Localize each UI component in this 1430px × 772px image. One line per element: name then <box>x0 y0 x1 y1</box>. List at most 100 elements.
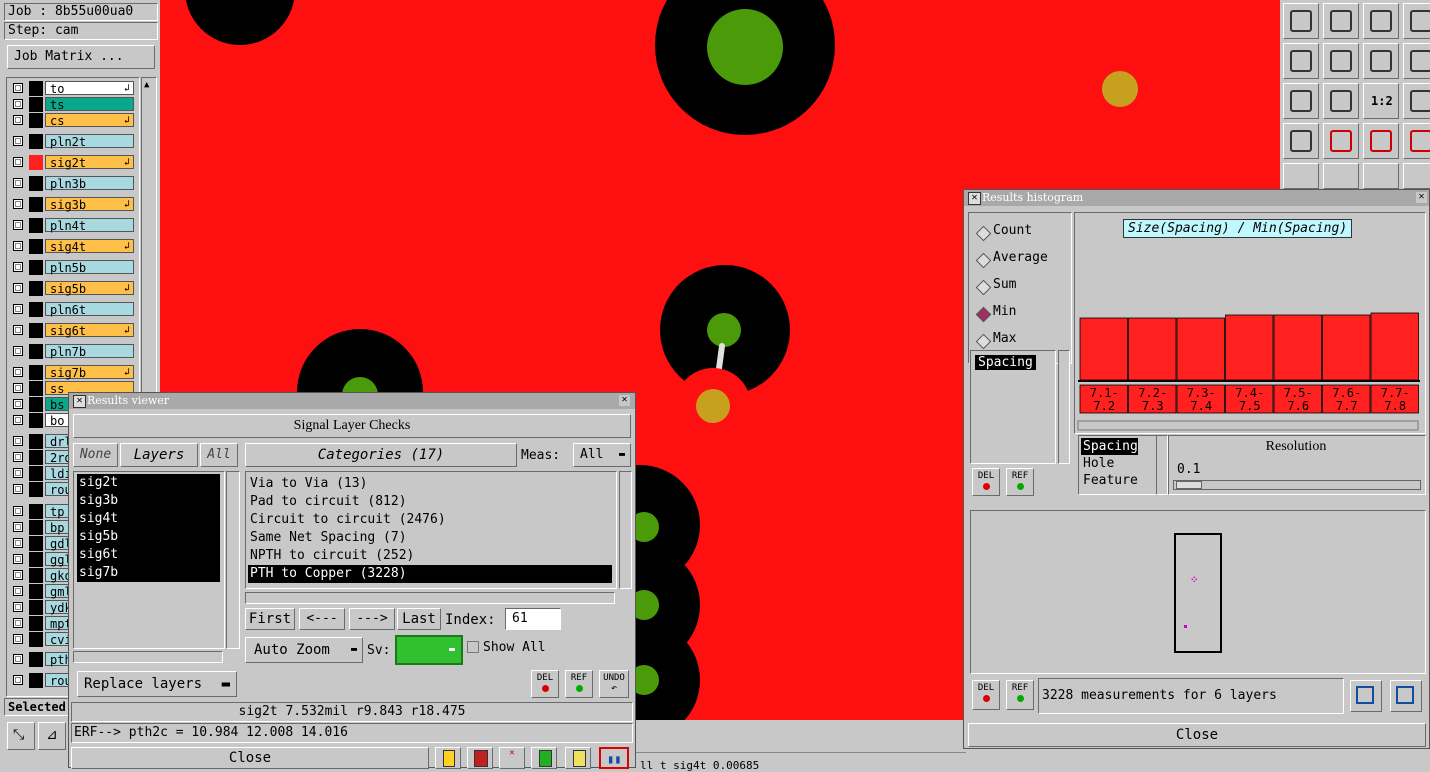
layer-name[interactable]: cvi <box>45 632 72 647</box>
categories-scrollbar[interactable] <box>619 471 632 589</box>
categories-list[interactable]: Via to Via (13) Pad to circuit (812) Circu… <box>245 471 617 589</box>
layer-checkbox[interactable] <box>13 538 23 548</box>
home-icon[interactable] <box>1363 3 1399 39</box>
select-icon[interactable] <box>1403 163 1430 189</box>
layer-checkbox[interactable] <box>13 157 23 167</box>
layers-button[interactable]: Layers <box>120 443 198 467</box>
fit-icon[interactable] <box>1283 83 1319 119</box>
edit-icon[interactable] <box>1283 163 1319 189</box>
none-button[interactable]: None <box>73 443 118 467</box>
next-button[interactable]: ---> <box>349 608 395 630</box>
layer-row-pln7b[interactable]: pln7b <box>8 344 134 359</box>
layer-checkbox[interactable] <box>13 570 23 580</box>
layer-name[interactable]: sig6t ↲ <box>45 323 134 338</box>
layer-color-swatch[interactable] <box>29 568 43 583</box>
histogram-bar[interactable] <box>1370 312 1419 381</box>
prev-button[interactable]: <--- <box>299 608 345 630</box>
category-item[interactable]: Pad to circuit (812) <box>248 493 612 511</box>
layer-checkbox[interactable] <box>13 468 23 478</box>
layer-row-pln6t[interactable]: pln6t <box>8 302 134 317</box>
layer-color-swatch[interactable] <box>29 673 43 688</box>
layer-row-ts[interactable]: ts <box>8 97 134 112</box>
window-icon[interactable] <box>1403 3 1430 39</box>
layer-checkbox[interactable] <box>13 346 23 356</box>
layer-row-sig5b[interactable]: sig5b ↲ <box>8 281 134 296</box>
layer-color-swatch[interactable] <box>29 504 43 519</box>
info-icon[interactable] <box>435 747 461 769</box>
layer-color-swatch[interactable] <box>29 632 43 647</box>
histogram-bar[interactable] <box>1176 317 1225 381</box>
layer-color-swatch[interactable] <box>29 218 43 233</box>
layer-color-swatch[interactable] <box>29 397 43 412</box>
undo-button[interactable]: UNDO ↶ <box>599 670 629 698</box>
index-input[interactable]: 61 <box>505 608 561 630</box>
resolution-slider-thumb[interactable] <box>1176 481 1202 489</box>
del-button[interactable]: DEL <box>531 670 559 698</box>
layer-name[interactable]: sig4t ↲ <box>45 239 134 254</box>
layer-color-swatch[interactable] <box>29 344 43 359</box>
hist-ref-button[interactable]: REF <box>1006 468 1034 496</box>
histogram-bar[interactable] <box>1322 314 1371 381</box>
resolution-scrollbar[interactable] <box>1156 435 1168 495</box>
layer-checkbox[interactable] <box>13 602 23 612</box>
measure-tool-icon[interactable]: ⊿ <box>38 722 66 750</box>
layer-name[interactable]: ggl <box>45 552 72 567</box>
close-button[interactable]: Close <box>71 747 429 769</box>
layer-checkbox[interactable] <box>13 506 23 516</box>
layer-color-swatch[interactable] <box>29 552 43 567</box>
window-menu-icon[interactable]: ✕ <box>73 395 86 408</box>
layer-checkbox[interactable] <box>13 283 23 293</box>
align-icon[interactable] <box>1403 43 1430 79</box>
layer-name[interactable]: pln7b <box>45 344 134 359</box>
layer-checkbox[interactable] <box>13 618 23 628</box>
film-icon[interactable] <box>467 747 493 769</box>
layer-name[interactable]: pln4t <box>45 218 134 233</box>
last-button[interactable]: Last <box>397 608 441 630</box>
layer-checkbox[interactable] <box>13 452 23 462</box>
layer-list-scrollbar[interactable] <box>226 471 240 649</box>
layer-checkbox[interactable] <box>13 654 23 664</box>
layer-checkbox[interactable] <box>13 675 23 685</box>
help-icon[interactable] <box>1403 83 1430 119</box>
upload-icon[interactable] <box>1283 3 1319 39</box>
layer-name[interactable]: pln5b <box>45 260 134 275</box>
probe-icon[interactable] <box>1323 123 1359 159</box>
layer-color-swatch[interactable] <box>29 520 43 535</box>
net-icon[interactable] <box>1363 123 1399 159</box>
layer-color-swatch[interactable] <box>29 413 43 428</box>
layer-row-sig2t[interactable]: sig2t ↲ <box>8 155 134 170</box>
layer-color-swatch[interactable] <box>29 466 43 481</box>
histogram-titlebar[interactable]: Results histogram <box>964 190 1429 206</box>
chart-hscroll[interactable] <box>1077 420 1419 431</box>
layer-name[interactable]: sig7b ↲ <box>45 365 134 380</box>
layer-color-swatch[interactable] <box>29 323 43 338</box>
histogram-bar[interactable] <box>1128 317 1177 381</box>
layer-color-swatch[interactable] <box>29 239 43 254</box>
rotate-icon[interactable] <box>1363 43 1399 79</box>
layer-checkbox[interactable] <box>13 484 23 494</box>
layer-checkbox[interactable] <box>13 415 23 425</box>
layer-checkbox[interactable] <box>13 199 23 209</box>
download-icon[interactable] <box>1323 3 1359 39</box>
layer-name[interactable]: gdl <box>45 536 72 551</box>
layer-color-swatch[interactable] <box>29 155 43 170</box>
layer-name[interactable]: drl <box>45 434 72 449</box>
layer-checkbox[interactable] <box>13 367 23 377</box>
layer-name[interactable]: rou <box>45 482 72 497</box>
tools-icon[interactable] <box>1283 123 1319 159</box>
layer-color-swatch[interactable] <box>29 97 43 112</box>
layer-color-swatch[interactable] <box>29 134 43 149</box>
layer-name[interactable]: pln3b <box>45 176 134 191</box>
layer-color-swatch[interactable] <box>29 365 43 380</box>
show-all-checkbox[interactable] <box>467 641 479 653</box>
scale-1-2-icon[interactable]: 1:2 <box>1363 83 1399 119</box>
box-icon[interactable] <box>1363 163 1399 189</box>
categories-hscroll[interactable] <box>245 592 615 604</box>
result-layer-item[interactable]: sig2t <box>77 474 220 492</box>
preview-del-button[interactable]: DEL <box>972 680 1000 710</box>
close-icon[interactable]: ✕ <box>1416 192 1427 203</box>
layer-name[interactable]: gml <box>45 584 72 599</box>
ref-cancel-icon[interactable]: ✕ <box>499 747 525 769</box>
green-tag-icon[interactable] <box>531 747 557 769</box>
layer-color-swatch[interactable] <box>29 600 43 615</box>
